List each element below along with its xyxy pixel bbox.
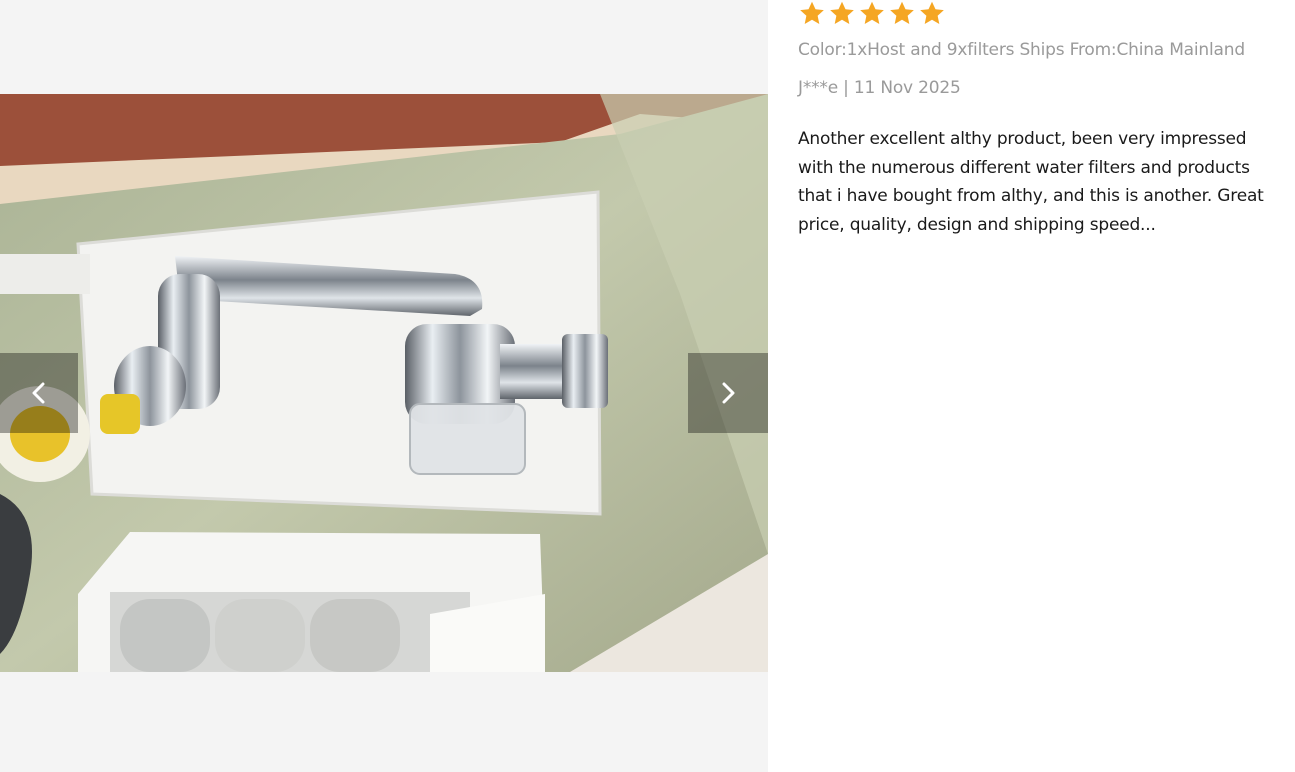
star-icon: [800, 1, 824, 24]
review-sku-info: Color:1xHost and 9xfilters Ships From:Ch…: [798, 40, 1245, 60]
review-photo[interactable]: [0, 94, 768, 672]
star-icon: [860, 1, 884, 24]
next-image-button[interactable]: [688, 353, 768, 433]
reviewer-and-date: J***e | 11 Nov 2025: [798, 78, 961, 98]
review-panel: Color:1xHost and 9xfilters Ships From:Ch…: [768, 0, 1295, 772]
star-icon: [890, 1, 914, 24]
star-icon: [920, 1, 944, 24]
star-rating: [798, 0, 946, 27]
chevron-left-icon: [32, 382, 45, 404]
star-icon: [830, 1, 854, 24]
review-body: Another excellent althy product, been ve…: [798, 129, 1264, 235]
previous-image-button[interactable]: [0, 353, 78, 433]
review-image-gallery: [0, 0, 768, 772]
chevron-right-icon: [722, 382, 735, 404]
